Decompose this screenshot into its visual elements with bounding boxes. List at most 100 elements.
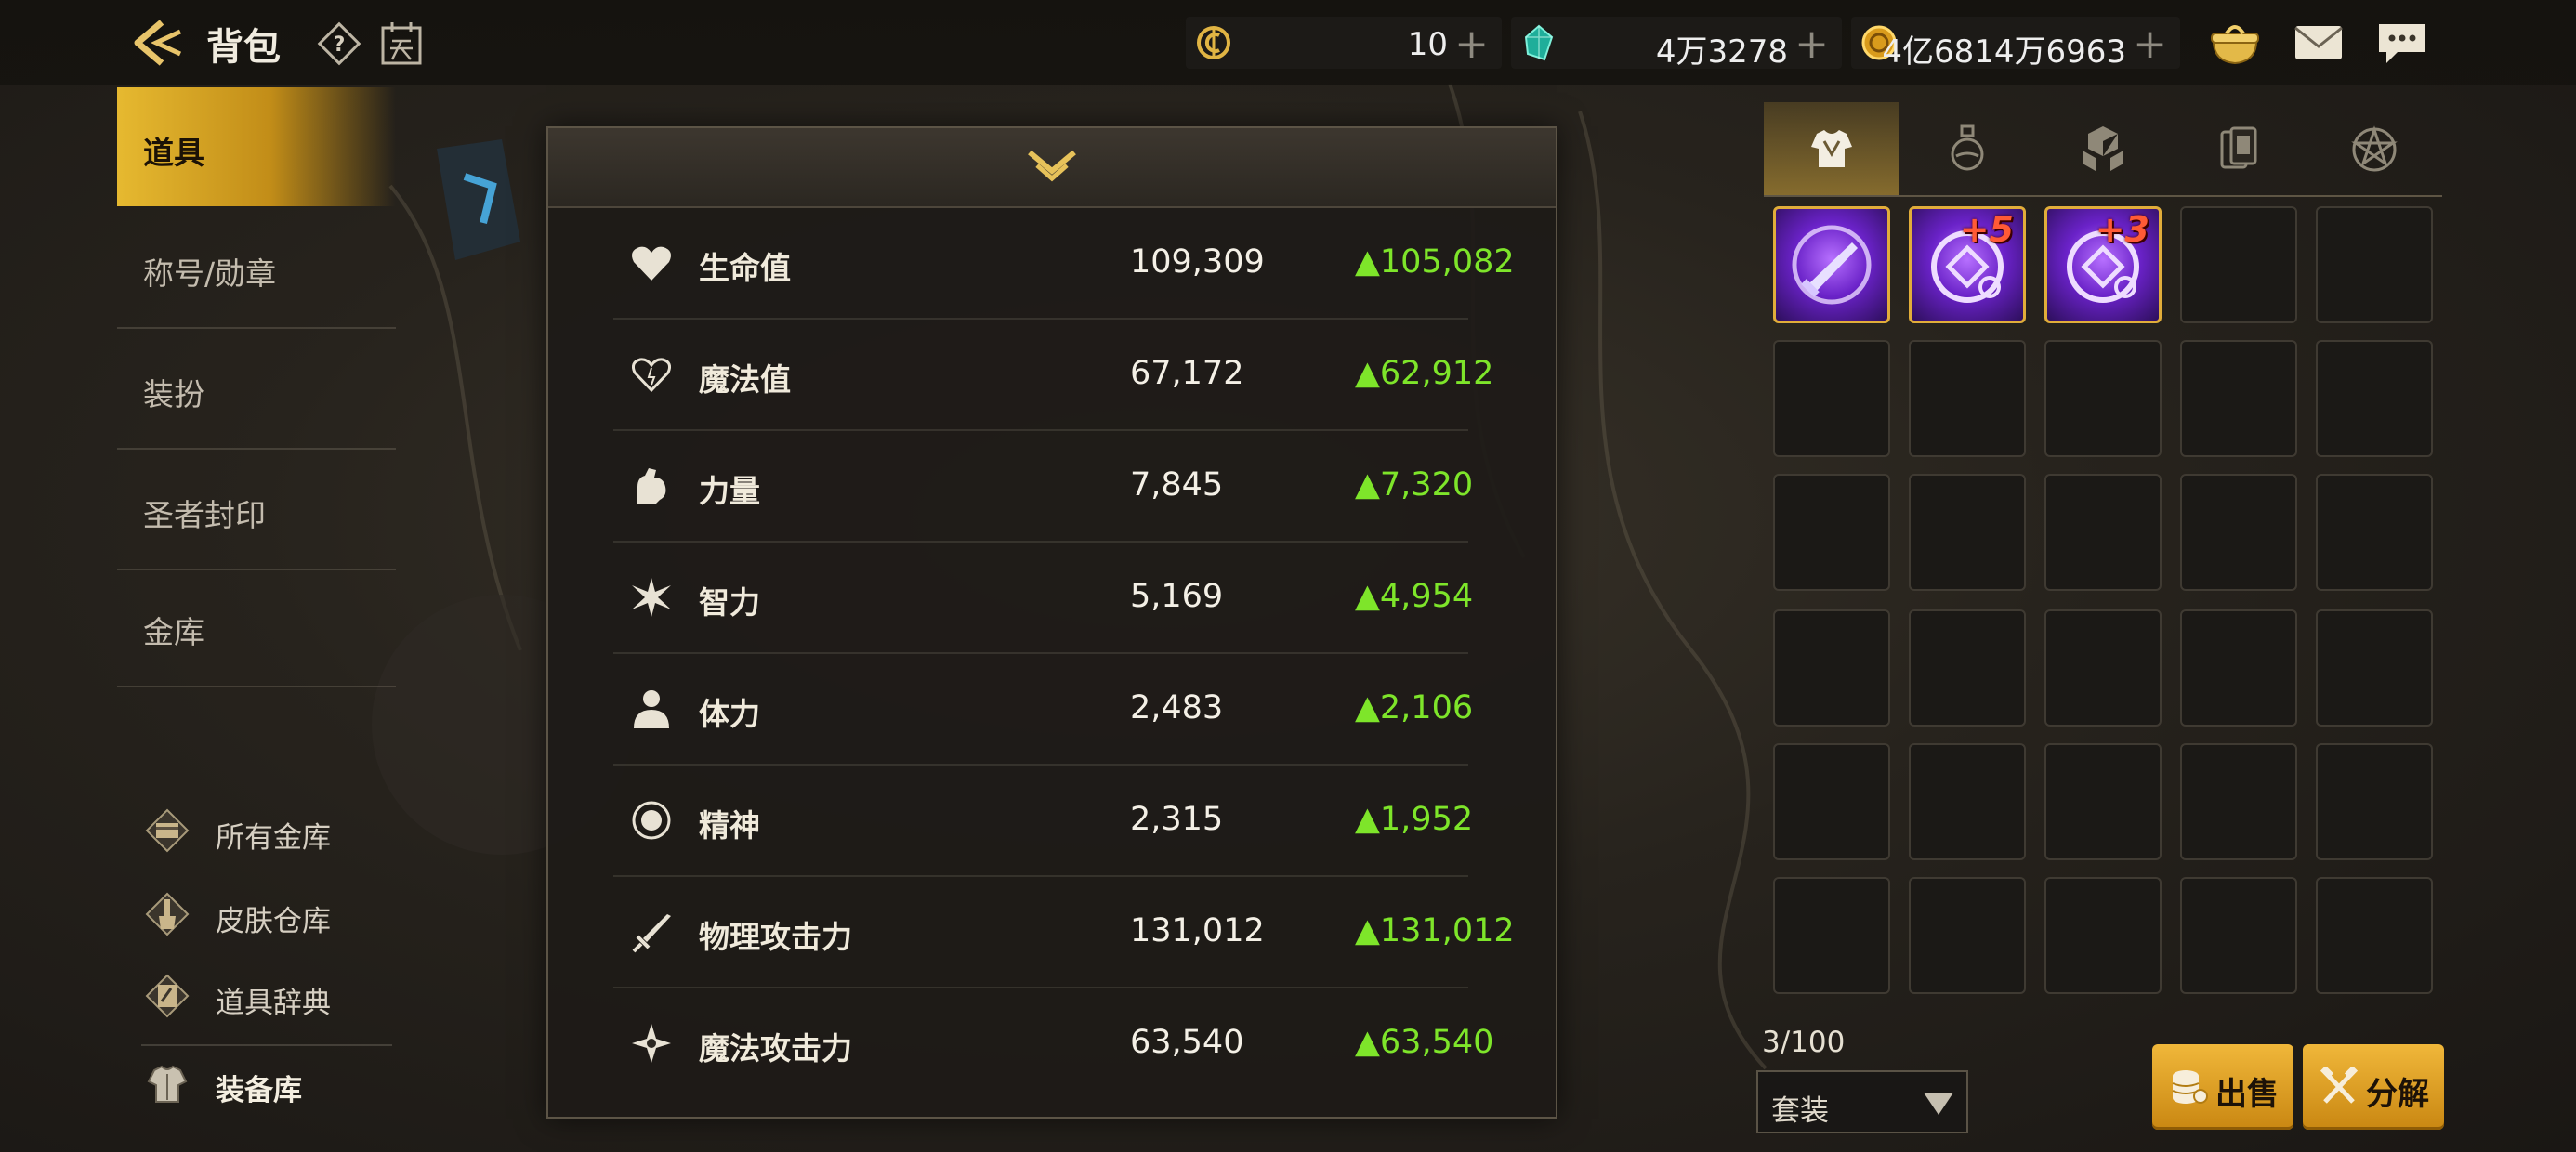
filter-dropdown[interactable]: 套装 (1756, 1070, 1968, 1133)
heart-icon (632, 246, 671, 281)
inventory-slot-empty[interactable] (2316, 877, 2433, 994)
inventory-slot-empty[interactable] (2316, 340, 2433, 457)
stat-value: 2,483 (1130, 689, 1224, 727)
stat-delta: ▲131,012 (1355, 912, 1515, 949)
add-currency-button[interactable]: + (1794, 20, 1829, 68)
potion-tab-icon (1951, 124, 1984, 171)
sub-item-item-dictionary[interactable]: 道具辞典 (141, 959, 392, 1033)
crystal-icon (1524, 24, 1554, 61)
inventory-slot-empty[interactable] (2316, 609, 2433, 727)
inventory-slot-empty[interactable] (2044, 743, 2162, 860)
sub-item-all-vaults[interactable]: 所有金库 (141, 793, 392, 868)
tab-materials[interactable] (2035, 102, 2171, 195)
stat-row-strength: 力量 7,845 ▲7,320 (613, 429, 1473, 543)
tab-special[interactable] (2307, 102, 2442, 195)
disassemble-button[interactable]: 分解 (2303, 1044, 2444, 1130)
nav-item-avatar[interactable]: 装扮 (117, 329, 396, 450)
stat-value: 2,315 (1130, 801, 1224, 838)
inventory-slot-empty[interactable] (1909, 474, 2026, 591)
currency-coupon: 10 + (1186, 17, 1502, 69)
inventory-slot-empty[interactable] (2316, 474, 2433, 591)
add-currency-button[interactable]: + (1454, 20, 1489, 68)
inventory-slot-empty[interactable] (2180, 206, 2297, 323)
inventory-slot-filled[interactable] (1773, 206, 1890, 323)
add-currency-button[interactable]: + (2133, 20, 2167, 68)
inventory-tabs (1764, 102, 2442, 197)
stat-name: 智力 (699, 584, 760, 621)
stat-value: 109,309 (1130, 243, 1265, 281)
coupon-coin-icon (1197, 26, 1230, 59)
svg-text:?: ? (334, 33, 346, 57)
inventory-slot-filled[interactable]: +5 (1909, 206, 2026, 323)
help-icon[interactable]: ? (316, 20, 362, 67)
stat-row-mp: 魔法值 67,172 ▲62,912 (613, 318, 1493, 431)
mail-icon[interactable] (2290, 17, 2347, 69)
stats-panel-header (548, 128, 1556, 208)
sell-button[interactable]: 出售 (2152, 1044, 2293, 1130)
inventory-slot-empty[interactable] (1773, 609, 1890, 727)
spirit-circle-icon (632, 801, 671, 840)
stat-name: 魔法攻击力 (699, 1030, 852, 1067)
chat-icon[interactable] (2373, 17, 2431, 69)
stat-delta: ▲2,106 (1355, 689, 1474, 727)
inventory-slot-empty[interactable] (2180, 877, 2297, 994)
currency-value: 4亿6814万6963 (1882, 33, 2126, 71)
stat-delta: ▲1,952 (1355, 801, 1474, 838)
calendar-icon[interactable] (379, 20, 424, 67)
stat-delta: ▲63,540 (1355, 1024, 1494, 1061)
enhance-level: +5 (1959, 209, 2014, 250)
inventory-slot-empty[interactable] (1909, 743, 2026, 860)
shop-pouch-icon[interactable] (2206, 17, 2264, 69)
card-tab-icon (2220, 126, 2257, 169)
tab-cards[interactable] (2171, 102, 2307, 195)
tab-consumables[interactable] (1899, 102, 2035, 195)
magic-weapon-item-icon (1792, 225, 1872, 305)
stat-row-hp: 生命值 109,309 ▲105,082 (613, 206, 1515, 320)
inventory-slot-empty[interactable] (1909, 609, 2026, 727)
inventory-slot-empty[interactable] (1773, 743, 1890, 860)
inventory-slot-empty[interactable] (1773, 877, 1890, 994)
caret-down-icon (1924, 1093, 1953, 1115)
nav-item-label: 金库 (143, 614, 204, 650)
inventory-slot-filled[interactable]: +3 (2044, 206, 2162, 323)
inventory-slot-empty[interactable] (2044, 340, 2162, 457)
disassemble-label: 分解 (2366, 1076, 2429, 1113)
stat-name: 物理攻击力 (699, 919, 852, 955)
inventory-slot-empty[interactable] (2316, 743, 2433, 860)
tab-equipment[interactable] (1764, 102, 1899, 195)
nav-item-label: 道具 (143, 135, 204, 171)
stat-name: 力量 (699, 473, 760, 509)
sell-label: 出售 (2215, 1076, 2279, 1113)
nav-item-titles-medals[interactable]: 称号/勋章 (117, 208, 396, 329)
page-title: 背包 (206, 26, 281, 69)
back-arrow-icon[interactable] (130, 19, 186, 67)
currency-value: 4万3278 (1655, 33, 1788, 71)
inventory-slot-empty[interactable] (2044, 474, 2162, 591)
stat-name: 生命值 (699, 250, 791, 286)
inventory-slot-empty[interactable] (1909, 877, 2026, 994)
nav-item-items[interactable]: 道具 (117, 87, 396, 206)
inventory-slot-empty[interactable] (2180, 340, 2297, 457)
inventory-slot-empty[interactable] (2180, 609, 2297, 727)
sub-item-equipment-storage[interactable]: 装备库 (141, 1044, 392, 1120)
inventory-slot-empty[interactable] (2044, 877, 2162, 994)
sub-item-skin-storage[interactable]: 皮肤仓库 (141, 877, 392, 951)
inventory-slot-empty[interactable] (2044, 609, 2162, 727)
stat-row-vitality: 体力 2,483 ▲2,106 (613, 652, 1473, 766)
inventory-slot-empty[interactable] (1909, 340, 2026, 457)
armor-icon (147, 1065, 188, 1103)
currency-value: 10 (1407, 26, 1448, 63)
inventory-slot-empty[interactable] (2180, 743, 2297, 860)
inventory-slot-empty[interactable] (1773, 340, 1890, 457)
sub-item-label: 皮肤仓库 (216, 905, 331, 938)
nav-item-vault[interactable]: 金库 (117, 567, 396, 687)
nav-item-saint-seal[interactable]: 圣者封印 (117, 450, 396, 570)
brush-icon (145, 892, 190, 936)
inventory-slot-empty[interactable] (2180, 474, 2297, 591)
inventory-slot-empty[interactable] (1773, 474, 1890, 591)
chevron-down-icon[interactable] (1024, 147, 1080, 188)
nav-item-label: 称号/勋章 (143, 255, 277, 292)
inventory-slot-empty[interactable] (2316, 206, 2433, 323)
nav-item-label: 圣者封印 (143, 497, 266, 533)
stat-name: 魔法值 (699, 361, 791, 398)
